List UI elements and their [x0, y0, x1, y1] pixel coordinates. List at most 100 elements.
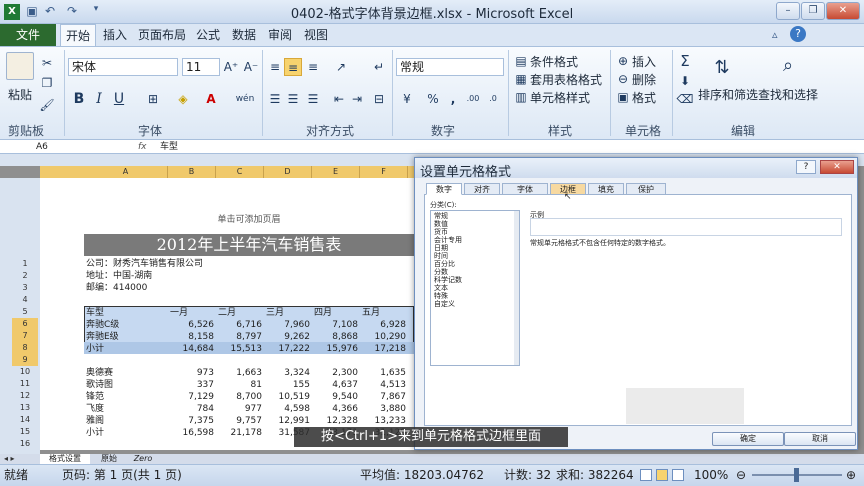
row-label-cell[interactable]: 小计 — [86, 427, 166, 439]
ribbon-collapse-icon[interactable]: ▵ — [772, 28, 778, 41]
close-button[interactable]: ✕ — [826, 2, 860, 20]
font-size-select[interactable]: 11 — [182, 58, 220, 76]
value-cell[interactable]: 13,233 — [362, 415, 407, 427]
cut-icon[interactable]: ✂ — [38, 54, 56, 72]
font-color-icon[interactable]: A — [202, 90, 220, 108]
value-cell[interactable]: 784 — [170, 403, 214, 415]
bold-button[interactable]: B — [70, 90, 88, 108]
table-header-cell[interactable]: 四月 — [314, 307, 358, 319]
value-cell[interactable]: 3,880 — [362, 403, 406, 415]
conditional-format-button[interactable]: 条件格式 — [530, 53, 578, 70]
value-cell[interactable]: 7,867 — [362, 391, 406, 403]
name-box[interactable]: A6 — [20, 141, 90, 153]
column-header-e[interactable]: E — [312, 166, 360, 178]
align-left-icon[interactable]: ☰ — [266, 90, 284, 108]
zoom-slider-thumb[interactable] — [794, 468, 799, 482]
tab-home[interactable]: 开始 — [60, 24, 96, 46]
category-item[interactable]: 科学记数 — [434, 276, 462, 284]
fill-icon[interactable]: ⬇ — [676, 72, 694, 90]
percent-button[interactable]: % — [424, 90, 442, 108]
file-tab[interactable]: 文件 — [0, 24, 56, 46]
dialog-tab-protection[interactable]: 保护 — [626, 183, 666, 195]
row-header[interactable]: 1 — [12, 258, 38, 270]
restore-button[interactable]: ❐ — [801, 2, 825, 20]
decrease-decimal-icon[interactable]: .0 — [484, 90, 502, 108]
value-cell[interactable]: 155 — [266, 379, 310, 391]
italic-button[interactable]: I — [90, 90, 108, 108]
value-cell[interactable]: 9,757 — [218, 415, 262, 427]
align-center-icon[interactable]: ☰ — [284, 90, 302, 108]
header-hint[interactable]: 单击可添加页眉 — [84, 212, 414, 225]
row-header[interactable]: 7 — [12, 330, 38, 342]
category-item[interactable]: 百分比 — [434, 260, 455, 268]
column-header-b[interactable]: B — [168, 166, 216, 178]
format-painter-icon[interactable]: 🖌 — [38, 96, 56, 114]
value-cell[interactable]: 337 — [170, 379, 214, 391]
currency-icon[interactable]: ¥ — [398, 90, 416, 108]
insert-cells-icon[interactable]: ⊕ — [614, 52, 632, 70]
dialog-close-button[interactable]: ✕ — [820, 160, 854, 174]
row-label-cell[interactable]: 飞度 — [86, 403, 166, 415]
decrease-indent-icon[interactable]: ⇤ — [330, 90, 348, 108]
find-select-icon[interactable]: ⌕ — [774, 52, 802, 80]
help-icon[interactable]: ? — [790, 26, 806, 42]
row-header[interactable]: 12 — [12, 390, 38, 402]
value-cell[interactable]: 8,158 — [170, 331, 214, 343]
fill-color-icon[interactable]: ◈ — [174, 90, 192, 108]
category-item[interactable]: 常规 — [434, 212, 448, 220]
value-cell[interactable]: 9,540 — [314, 391, 358, 403]
shrink-font-icon[interactable]: A⁻ — [242, 58, 260, 76]
minimize-button[interactable]: – — [776, 2, 800, 20]
page-layout-view-icon[interactable] — [656, 469, 668, 481]
row-header[interactable]: 3 — [12, 282, 38, 294]
info-postcode[interactable]: 邮编：414000 — [86, 282, 147, 294]
value-cell[interactable] — [218, 355, 262, 367]
grow-font-icon[interactable]: A⁺ — [222, 58, 240, 76]
table-header-cell[interactable]: 车型 — [86, 307, 166, 319]
insert-cells-button[interactable]: 插入 — [632, 53, 656, 70]
align-bottom-icon[interactable]: ≡ — [304, 58, 322, 76]
value-cell[interactable] — [362, 355, 406, 367]
column-header-c[interactable]: C — [216, 166, 264, 178]
value-cell[interactable]: 973 — [170, 367, 214, 379]
category-item[interactable]: 文本 — [434, 284, 448, 292]
row-header[interactable]: 9 — [12, 354, 38, 366]
format-cells-button[interactable]: 格式 — [632, 89, 656, 106]
dialog-tab-alignment[interactable]: 对齐 — [464, 183, 500, 195]
copy-icon[interactable]: ❐ — [38, 74, 56, 92]
value-cell[interactable]: 81 — [218, 379, 262, 391]
value-cell[interactable]: 17,218 — [362, 343, 407, 355]
category-item[interactable]: 数值 — [434, 220, 448, 228]
value-cell[interactable]: 1,663 — [218, 367, 262, 379]
row-header[interactable]: 16 — [12, 438, 38, 450]
row-header[interactable]: 4 — [12, 294, 38, 306]
row-header[interactable]: 8 — [12, 342, 38, 354]
value-cell[interactable]: 21,178 — [218, 427, 263, 439]
row-label-cell[interactable] — [86, 355, 166, 367]
info-address[interactable]: 地址：中国-湖南 — [86, 270, 152, 282]
value-cell[interactable]: 7,960 — [266, 319, 310, 331]
value-cell[interactable]: 16,598 — [170, 427, 215, 439]
delete-cells-icon[interactable]: ⊖ — [614, 70, 632, 88]
dialog-help-button[interactable]: ? — [796, 160, 816, 174]
align-right-icon[interactable]: ☰ — [304, 90, 322, 108]
align-middle-icon[interactable]: ≡ — [284, 58, 302, 76]
value-cell[interactable]: 7,129 — [170, 391, 214, 403]
column-header-a[interactable]: A — [84, 166, 168, 178]
formula-input[interactable]: 车型 — [160, 141, 760, 153]
number-format-select[interactable]: 常规 — [396, 58, 504, 76]
row-header[interactable]: 5 — [12, 306, 38, 318]
wrap-text-icon[interactable]: ↵ — [370, 58, 388, 76]
value-cell[interactable]: 3,324 — [266, 367, 310, 379]
value-cell[interactable]: 977 — [218, 403, 262, 415]
find-select-button[interactable]: 查找和选择 — [758, 86, 818, 103]
value-cell[interactable]: 10,519 — [266, 391, 311, 403]
column-header-f[interactable]: F — [360, 166, 408, 178]
format-cells-icon[interactable]: ▣ — [614, 88, 632, 106]
font-name-select[interactable]: 宋体 — [68, 58, 178, 76]
tab-formulas[interactable]: 公式 — [192, 24, 224, 46]
dialog-tab-fill[interactable]: 填充 — [588, 183, 624, 195]
value-cell[interactable]: 4,366 — [314, 403, 358, 415]
underline-button[interactable]: U — [110, 90, 128, 108]
value-cell[interactable]: 9,262 — [266, 331, 310, 343]
